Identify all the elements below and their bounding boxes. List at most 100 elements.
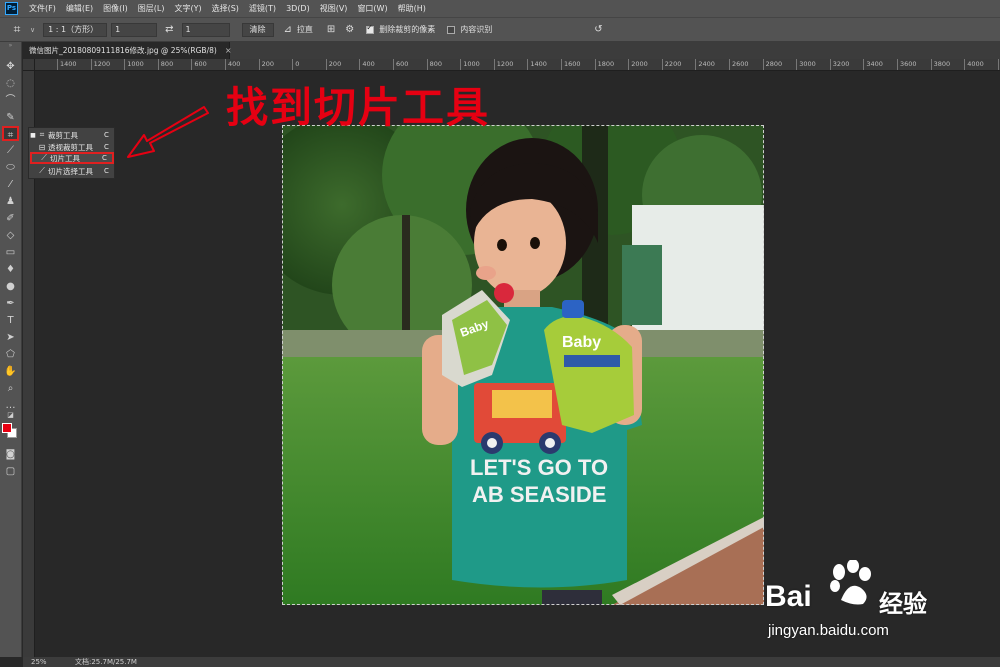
move-icon[interactable]: ✥	[2, 59, 19, 74]
document-tab-bar: 微信图片_20180809111816修改.jpg @ 25%(RGB/8) ×	[23, 42, 1000, 59]
tools-panel: » ✥ ◌ ⌒ ✎ ⌗ ⟋ ⬭ ⁄ ♟ ✐ ◇ ▭ ♦ ● ✒ T ➤ ⬠ ✋ …	[0, 42, 22, 657]
ruler-tick: 200	[258, 59, 274, 70]
close-icon[interactable]: ×	[225, 46, 232, 55]
flyout-item-crop[interactable]: ■ ⌗ 裁剪工具 C	[30, 129, 114, 141]
ruler-tick-label: 1400	[60, 60, 77, 68]
undo-reset-icon[interactable]: ↺	[594, 24, 602, 35]
eraser-icon[interactable]: ◇	[2, 228, 19, 243]
photo-image: LET'S GO TO AB SEASIDE Baby Baby	[282, 125, 764, 605]
document-size[interactable]: 文档:25.7M/25.7M	[75, 657, 137, 667]
screen-mode-icon[interactable]: ▢	[2, 464, 19, 479]
ruler-tick: 3800	[930, 59, 950, 70]
menu-edit[interactable]: 编辑(E)	[61, 0, 98, 17]
flyout-label: 切片工具	[50, 153, 80, 163]
path-select-icon[interactable]: ➤	[2, 330, 19, 345]
ruler-tick: 600	[393, 59, 408, 70]
chevron-down-icon[interactable]: ∨	[30, 26, 35, 34]
menu-image[interactable]: 图像(I)	[98, 0, 133, 17]
hand-icon[interactable]: ✋	[2, 364, 19, 379]
ruler-tick: 2200	[661, 59, 681, 70]
stamp-icon[interactable]: ♟	[2, 194, 19, 209]
watermark-logo-cn: 经验	[879, 590, 927, 618]
eyedropper-icon[interactable]: ⟋	[2, 143, 19, 158]
type-icon[interactable]: T	[2, 313, 19, 328]
ruler-tick: 1400	[57, 59, 77, 70]
zoom-level[interactable]: 25%	[23, 658, 75, 666]
zoom-icon[interactable]: ⌕	[2, 381, 19, 396]
gradient-icon[interactable]: ▭	[2, 245, 19, 260]
lasso-icon[interactable]: ⌒	[2, 93, 19, 108]
panel-collapse-icon[interactable]: »	[2, 42, 19, 57]
delete-cropped-label: 删除裁剪的像素	[379, 25, 436, 34]
menu-window[interactable]: 窗口(W)	[352, 0, 392, 17]
content-aware-label: 内容识别	[460, 25, 493, 34]
swap-icon[interactable]: ⇄	[165, 24, 173, 35]
menu-help[interactable]: 帮助(H)	[393, 0, 431, 17]
straighten-label[interactable]: 拉直	[297, 24, 313, 35]
content-aware-checkbox[interactable]	[447, 25, 456, 34]
perspective-crop-icon: ⊟	[38, 142, 46, 152]
height-field[interactable]: 1	[181, 22, 230, 37]
ruler-tick: 0	[292, 59, 299, 70]
blur-icon[interactable]: ♦	[2, 262, 19, 277]
photoshop-window: Ps 文件(F) 编辑(E) 图像(I) 图层(L) 文字(Y) 选择(S) 滤…	[0, 0, 1000, 667]
slice-icon: ⟋	[41, 153, 47, 162]
ruler-tick-label: 1400	[530, 60, 547, 68]
straighten-icon[interactable]: ⊿	[284, 24, 292, 35]
menu-type[interactable]: 文字(Y)	[169, 0, 206, 17]
shirt-text-line1: LET'S GO TO	[470, 455, 608, 480]
document-tab[interactable]: 微信图片_20180809111816修改.jpg @ 25%(RGB/8) ×	[23, 42, 232, 59]
menu-filter[interactable]: 滤镜(T)	[244, 0, 281, 17]
menu-select[interactable]: 选择(S)	[207, 0, 244, 17]
ratio-select[interactable]: 1 : 1（方形）	[43, 22, 108, 37]
pen-icon[interactable]: ✒	[2, 296, 19, 311]
ruler-tick-label: 2000	[631, 60, 648, 68]
ruler-tick-label: 800	[429, 60, 443, 68]
menu-view[interactable]: 视图(V)	[315, 0, 353, 17]
crop-tool-preset-icon[interactable]: ⌗	[4, 20, 30, 39]
flyout-shortcut: C	[104, 131, 109, 139]
quick-mask-icon[interactable]: ◙	[2, 447, 19, 462]
dodge-icon[interactable]: ●	[2, 279, 19, 294]
document-canvas[interactable]: LET'S GO TO AB SEASIDE Baby Baby	[282, 125, 764, 605]
ruler-tick-label: 600	[396, 60, 409, 68]
baidu-watermark: Bai 经验 jingyan.baidu.com	[765, 560, 965, 650]
healing-icon[interactable]: ⬭	[2, 160, 19, 175]
foreground-color-swatch[interactable]	[2, 423, 12, 433]
ruler-tick: 3400	[863, 59, 883, 70]
menu-file[interactable]: 文件(F)	[24, 0, 61, 17]
menu-layer[interactable]: 图层(L)	[133, 0, 170, 17]
clear-button[interactable]: 清除	[241, 22, 274, 37]
ruler-tick-label: 3200	[832, 60, 850, 68]
ruler-tick: 1400	[527, 59, 547, 70]
ruler-tick-label: 3800	[933, 60, 951, 68]
history-brush-icon[interactable]: ✐	[2, 211, 19, 226]
ruler-corner[interactable]	[23, 59, 35, 71]
ruler-tick: 2400	[695, 59, 715, 70]
ruler-tick: 4000	[964, 59, 984, 70]
ruler-tick-label: 400	[362, 60, 375, 68]
ruler-tick: 2600	[729, 59, 749, 70]
horizontal-ruler[interactable]: 1400 1200 1000 800 600 400 200 0 200 400 600 800 100…	[35, 59, 1000, 71]
flyout-item-slice[interactable]: ⟋ 切片工具 C	[30, 152, 114, 164]
default-colors-icon[interactable]: ◪	[2, 410, 19, 420]
marquee-icon[interactable]: ◌	[2, 76, 19, 91]
grid-overlay-icon[interactable]: ⊞	[327, 24, 335, 35]
flyout-shortcut: C	[102, 154, 107, 162]
brush-icon[interactable]: ⁄	[2, 177, 19, 192]
ruler-tick-label: 3600	[900, 60, 917, 68]
flyout-item-slice-select[interactable]: ⟋ 切片选择工具 C	[30, 165, 114, 177]
delete-cropped-checkbox[interactable]	[366, 23, 375, 34]
quick-select-icon[interactable]: ✎	[2, 110, 19, 125]
ruler-tick-label: 4000	[967, 60, 984, 68]
width-field[interactable]: 1	[111, 22, 158, 37]
menu-3d[interactable]: 3D(D)	[281, 0, 315, 17]
ruler-tick-label: 1200	[496, 60, 514, 68]
gear-icon[interactable]: ⚙	[345, 24, 354, 35]
paw-icon	[830, 560, 871, 605]
crop-icon[interactable]: ⌗	[2, 126, 19, 141]
shape-icon[interactable]: ⬠	[2, 347, 19, 362]
shirt-text-line2: AB SEASIDE	[472, 482, 606, 507]
ruler-tick: 1000	[124, 59, 144, 70]
watermark-logo-text: Bai	[765, 580, 812, 613]
